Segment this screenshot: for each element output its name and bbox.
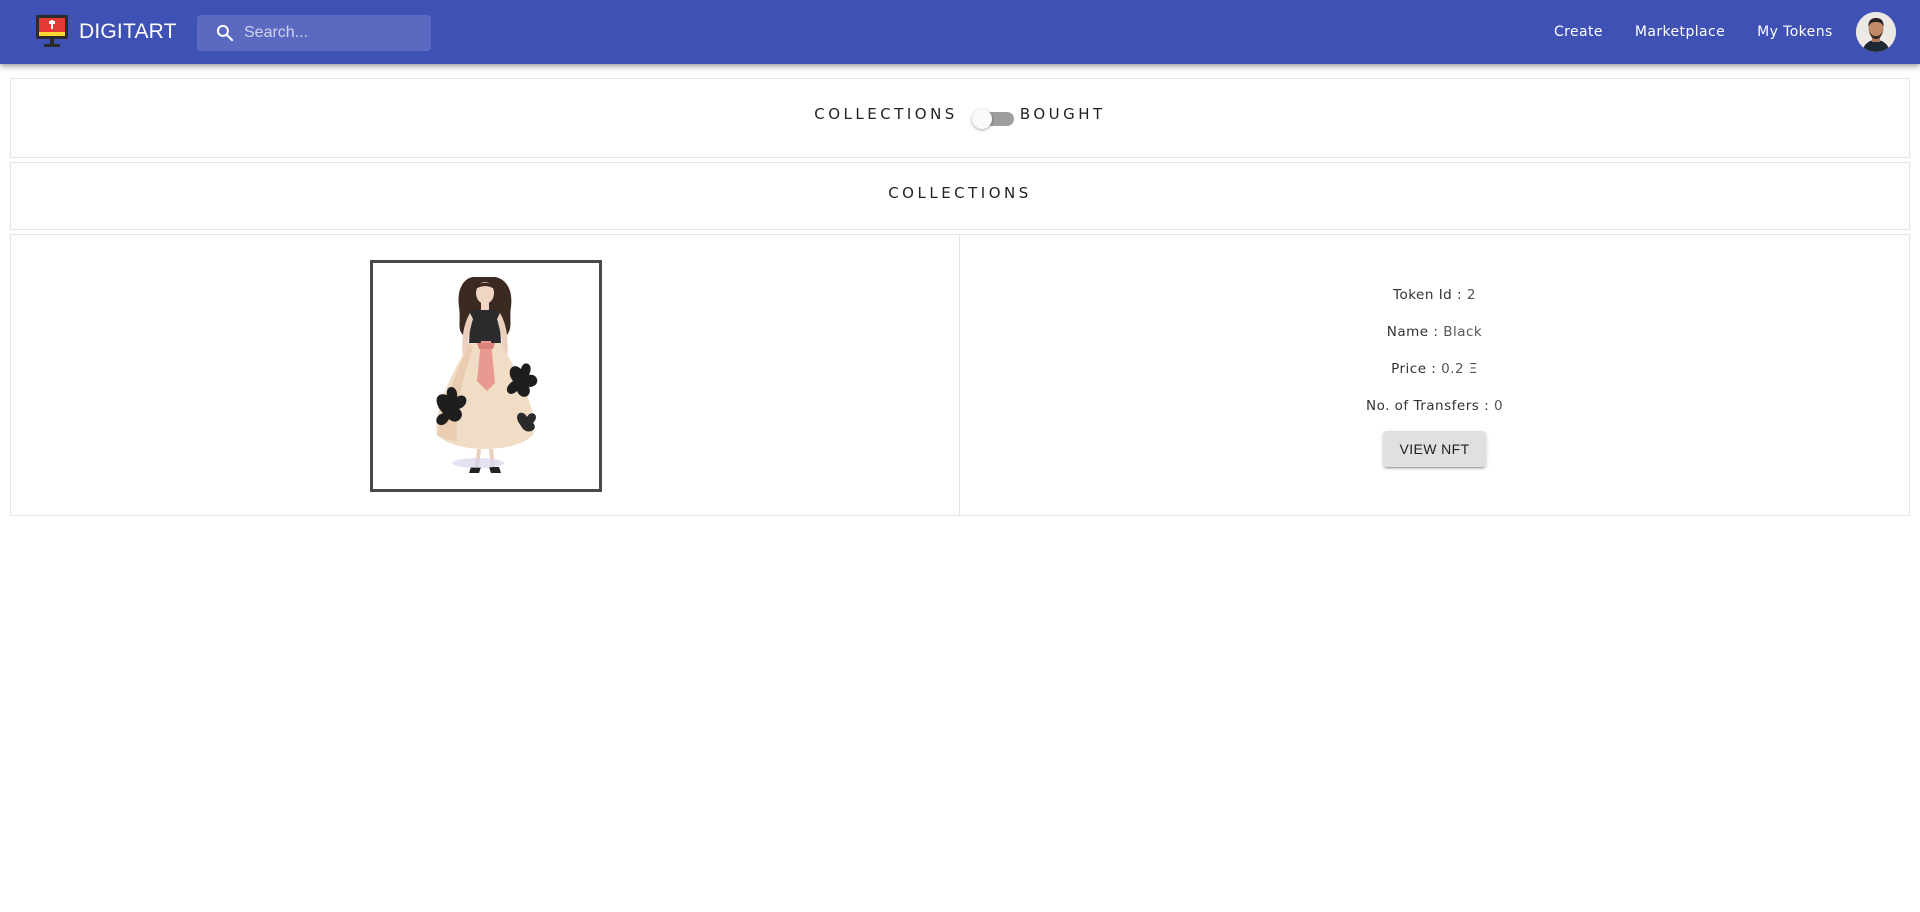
token-id-value: 2 (1466, 287, 1476, 303)
nft-image-cell (10, 234, 960, 516)
brand-name: DIGITART (79, 20, 177, 43)
top-nav: Create Marketplace My Tokens (1554, 20, 1833, 44)
search-input[interactable] (244, 18, 424, 48)
nft-card: Token Id : 2 Name : Black Price : 0.2 Ξ … (10, 234, 1910, 516)
collections-toggle-label: COLLECTIONS (814, 105, 958, 123)
name-row: Name : Black (960, 322, 1909, 359)
view-toggle-panel: COLLECTIONS BOUGHT (10, 78, 1910, 158)
nft-details-cell: Token Id : 2 Name : Black Price : 0.2 Ξ … (960, 234, 1910, 516)
nav-marketplace-link[interactable]: Marketplace (1635, 24, 1725, 40)
user-avatar[interactable] (1856, 12, 1896, 52)
token-id-row: Token Id : 2 (960, 285, 1909, 322)
collections-bought-switch[interactable] (960, 105, 1018, 129)
price-label: Price : (1391, 361, 1437, 377)
monitor-logo-icon (36, 15, 68, 47)
nav-create-link[interactable]: Create (1554, 24, 1603, 40)
transfers-label: No. of Transfers : (1365, 398, 1490, 414)
transfers-value: 0 (1493, 398, 1504, 414)
name-value: Black (1443, 324, 1483, 340)
price-row: Price : 0.2 Ξ (960, 359, 1909, 396)
brand[interactable]: DIGITART (35, 14, 177, 50)
transfers-row: No. of Transfers : 0 (960, 396, 1909, 433)
search-icon (213, 21, 237, 45)
fashion-illustration-image (373, 263, 599, 489)
search-box[interactable] (197, 15, 431, 51)
view-nft-button[interactable]: VIEW NFT (1383, 431, 1486, 467)
section-heading-panel: COLLECTIONS (10, 162, 1910, 230)
nft-image[interactable] (370, 260, 602, 492)
name-label: Name : (1386, 324, 1439, 340)
app-bar: DIGITART Create Marketplace My Tokens (0, 0, 1920, 64)
token-id-label: Token Id : (1393, 287, 1463, 303)
price-value: 0.2 Ξ (1441, 361, 1478, 377)
switch-thumb[interactable] (971, 109, 992, 129)
nav-my-tokens-link[interactable]: My Tokens (1757, 24, 1833, 40)
avatar-picture (1856, 12, 1896, 52)
nft-details: Token Id : 2 Name : Black Price : 0.2 Ξ … (960, 285, 1909, 467)
bought-toggle-label: BOUGHT (1019, 105, 1106, 123)
section-title: COLLECTIONS (888, 184, 1032, 202)
